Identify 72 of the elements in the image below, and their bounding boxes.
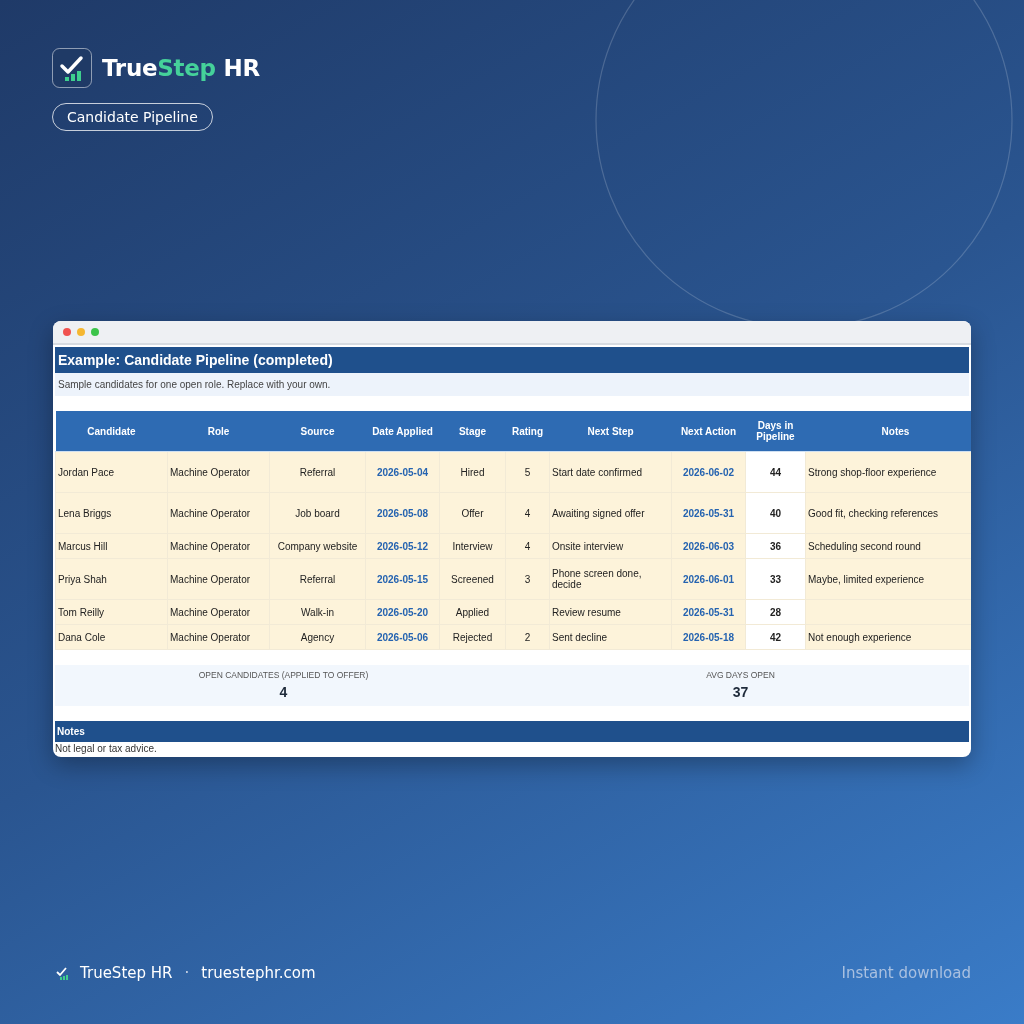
table-cell: Awaiting signed offer bbox=[549, 492, 672, 534]
table-cell: 2026-05-31 bbox=[671, 492, 746, 534]
table-cell: Machine Operator bbox=[167, 533, 270, 559]
table-cell: Sent decline bbox=[549, 624, 672, 650]
table-cell: Machine Operator bbox=[167, 558, 270, 600]
column-header: Notes bbox=[805, 411, 971, 452]
table-cell: Dana Cole bbox=[55, 624, 168, 650]
table-cell: Good fit, checking references bbox=[805, 492, 971, 534]
column-header: Next Action bbox=[671, 411, 746, 452]
footer-brand: TrueStep HR bbox=[80, 964, 173, 982]
table-cell: 40 bbox=[745, 492, 806, 534]
column-header: Days in Pipeline bbox=[745, 411, 806, 452]
stat-label: AVG DAYS OPEN bbox=[706, 670, 775, 680]
table-cell: Marcus Hill bbox=[55, 533, 168, 559]
footer-website: truestephr.com bbox=[201, 964, 316, 982]
table-cell: Scheduling second round bbox=[805, 533, 971, 559]
table-cell: Review resume bbox=[549, 599, 672, 625]
table-cell: Company website bbox=[269, 533, 366, 559]
notes-text: Not legal or tax advice. bbox=[55, 742, 158, 755]
column-header: Date Applied bbox=[365, 411, 440, 452]
table-cell: Tom Reilly bbox=[55, 599, 168, 625]
table-cell: 2026-06-01 bbox=[671, 558, 746, 600]
table-cell: 3 bbox=[505, 558, 550, 600]
stat-value: 37 bbox=[732, 684, 749, 700]
table-cell: Lena Briggs bbox=[55, 492, 168, 534]
column-header: Role bbox=[167, 411, 270, 452]
table-cell: Machine Operator bbox=[167, 492, 270, 534]
brand-name: TrueStep HR bbox=[102, 55, 260, 81]
column-header: Rating bbox=[505, 411, 550, 452]
table-cell: 5 bbox=[505, 451, 550, 493]
table-cell: 44 bbox=[745, 451, 806, 493]
table-cell: Machine Operator bbox=[167, 624, 270, 650]
sheet-title: Example: Candidate Pipeline (completed) bbox=[55, 347, 969, 373]
table-cell: Referral bbox=[269, 451, 366, 493]
stat-value: 4 bbox=[279, 684, 288, 700]
notes-heading: Notes bbox=[55, 721, 969, 742]
checkmark-chart-logo-icon bbox=[52, 48, 92, 88]
table-cell: 2026-05-04 bbox=[365, 451, 440, 493]
table-cell: Machine Operator bbox=[167, 599, 270, 625]
column-header: Source bbox=[269, 411, 366, 452]
column-header: Next Step bbox=[549, 411, 672, 452]
table-cell: Start date confirmed bbox=[549, 451, 672, 493]
table-cell: Machine Operator bbox=[167, 451, 270, 493]
table-cell: 2026-06-02 bbox=[671, 451, 746, 493]
sheet-subtitle: Sample candidates for one open role. Replace with your own. bbox=[55, 373, 969, 396]
table-cell: Agency bbox=[269, 624, 366, 650]
close-window-icon[interactable] bbox=[63, 328, 71, 336]
table-cell: 33 bbox=[745, 558, 806, 600]
column-header: Stage bbox=[439, 411, 506, 452]
table-cell: Referral bbox=[269, 558, 366, 600]
table-cell: Screened bbox=[439, 558, 506, 600]
table-cell: 2026-05-08 bbox=[365, 492, 440, 534]
column-header: Candidate bbox=[55, 411, 168, 452]
table-cell: Jordan Pace bbox=[55, 451, 168, 493]
stat-label: OPEN CANDIDATES (APPLIED TO OFFER) bbox=[198, 670, 369, 680]
table-cell: Offer bbox=[439, 492, 506, 534]
table-cell: 4 bbox=[505, 492, 550, 534]
table-cell: Job board bbox=[269, 492, 366, 534]
table-cell: Priya Shah bbox=[55, 558, 168, 600]
table-cell: Not enough experience bbox=[805, 624, 971, 650]
table-cell: Strong shop-floor experience bbox=[805, 451, 971, 493]
table-cell: 2026-05-15 bbox=[365, 558, 440, 600]
table-cell: Hired bbox=[439, 451, 506, 493]
checkmark-chart-icon bbox=[56, 966, 68, 980]
separator-dot: · bbox=[184, 964, 190, 982]
table-cell: Onsite interview bbox=[549, 533, 672, 559]
footer-tagline: Instant download bbox=[841, 964, 971, 982]
table-cell: Phone screen done, decide bbox=[549, 558, 672, 600]
minimize-window-icon[interactable] bbox=[77, 328, 85, 336]
table-cell: Walk-in bbox=[269, 599, 366, 625]
maximize-window-icon[interactable] bbox=[91, 328, 99, 336]
table-cell: Maybe, limited experience bbox=[805, 558, 971, 600]
